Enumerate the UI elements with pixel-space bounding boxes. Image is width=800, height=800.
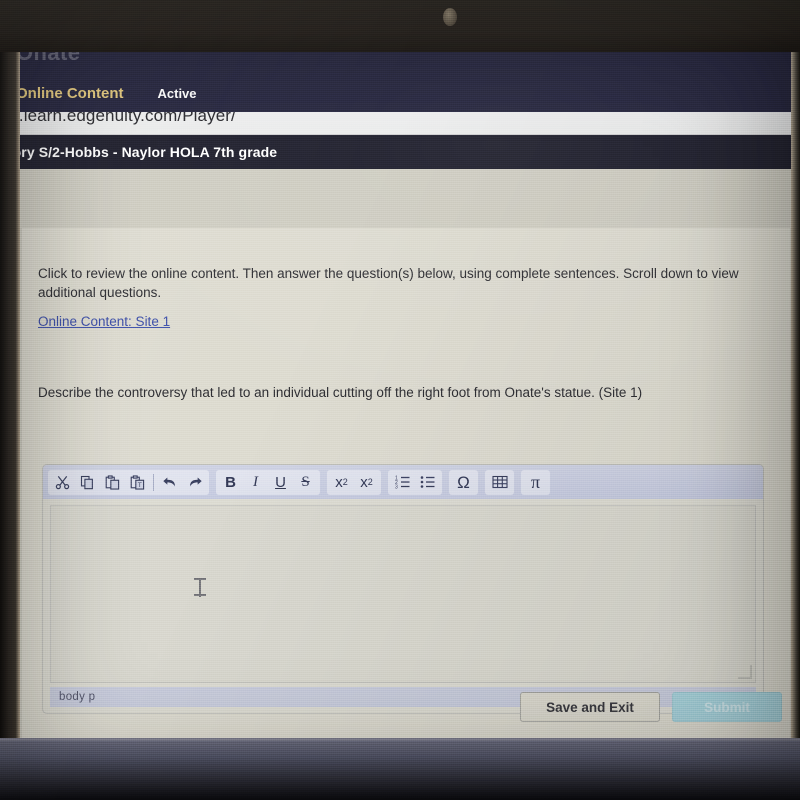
bulleted-list-icon[interactable] — [415, 470, 440, 494]
laptop-bezel-top — [0, 0, 800, 57]
italic-icon[interactable]: I — [243, 470, 268, 494]
table-icon[interactable] — [487, 470, 512, 494]
toolbar-group-math: π — [521, 469, 550, 495]
laptop-bezel-left — [0, 52, 20, 800]
svg-text:T: T — [138, 482, 142, 489]
editor-element-path[interactable]: body p — [59, 691, 95, 703]
save-and-exit-button[interactable]: Save and Exit — [520, 692, 660, 722]
page-tabs: Online Content Active — [0, 80, 795, 106]
toolbar-group-clipboard: T — [48, 469, 209, 495]
assignment-card: Click to review the online content. Then… — [22, 228, 790, 740]
page-title: Onate — [16, 52, 81, 65]
toolbar-group-special-character: Ω — [449, 469, 478, 495]
copy-icon[interactable] — [75, 470, 100, 494]
editor-toolbar: T B I U S x 2 x 2 1 2 3 Ω π — [43, 465, 763, 499]
page-header: Onate Online Content Active — [0, 52, 795, 112]
toolbar-group-lists: 1 2 3 — [388, 469, 442, 495]
cut-icon[interactable] — [50, 470, 75, 494]
toolbar-group-script: x2 x2 — [327, 469, 381, 495]
course-title: listory S/2-Hobbs - Naylor HOLA 7th grad… — [0, 144, 278, 160]
laptop-bezel-right — [791, 52, 800, 742]
redo-icon[interactable] — [182, 470, 207, 494]
rich-text-editor: T B I U S x 2 x 2 1 2 3 Ω π body p — [42, 464, 764, 714]
toolbar-separator — [153, 473, 154, 491]
superscript-icon[interactable]: x2 — [354, 470, 379, 494]
instructions-text: Click to review the online content. Then… — [38, 266, 739, 300]
paste-icon[interactable] — [100, 470, 125, 494]
tab-active[interactable]: Active — [158, 86, 197, 101]
editor-resize-handle[interactable] — [738, 665, 752, 679]
special-character-icon[interactable]: Ω — [451, 470, 476, 494]
question-text: Describe the controversy that led to an … — [38, 385, 643, 400]
undo-icon[interactable] — [157, 470, 182, 494]
laptop-screen: tory S/2- ✕ + ore.learn.edgenuity.com/Pl… — [0, 52, 795, 740]
laptop-photo: tory S/2- ✕ + ore.learn.edgenuity.com/Pl… — [0, 0, 800, 800]
toolbar-group-basic-styles: B I U S — [216, 469, 320, 495]
paste-as-text-icon[interactable]: T — [125, 470, 150, 494]
tab-online-content[interactable]: Online Content — [16, 85, 124, 102]
editor-body[interactable] — [50, 505, 756, 683]
svg-text:3: 3 — [395, 485, 398, 489]
bold-icon[interactable]: B — [218, 470, 243, 494]
laptop-bezel-bottom — [0, 738, 800, 800]
online-content-site-link[interactable]: Online Content: Site 1 — [38, 314, 170, 329]
underline-icon[interactable]: U — [268, 470, 293, 494]
mouse-cursor-ibeam — [194, 577, 206, 599]
math-icon[interactable]: π — [523, 470, 548, 494]
toolbar-group-table — [485, 469, 514, 495]
submit-button[interactable]: Submit — [672, 692, 782, 722]
strikethrough-icon[interactable]: S — [293, 470, 318, 494]
webcam-icon — [443, 8, 457, 26]
subscript-icon[interactable]: x2 — [329, 470, 354, 494]
numbered-list-icon[interactable]: 1 2 3 — [390, 470, 415, 494]
action-buttons: Save and Exit Submit — [520, 692, 782, 722]
course-banner: listory S/2-Hobbs - Naylor HOLA 7th grad… — [0, 135, 795, 169]
